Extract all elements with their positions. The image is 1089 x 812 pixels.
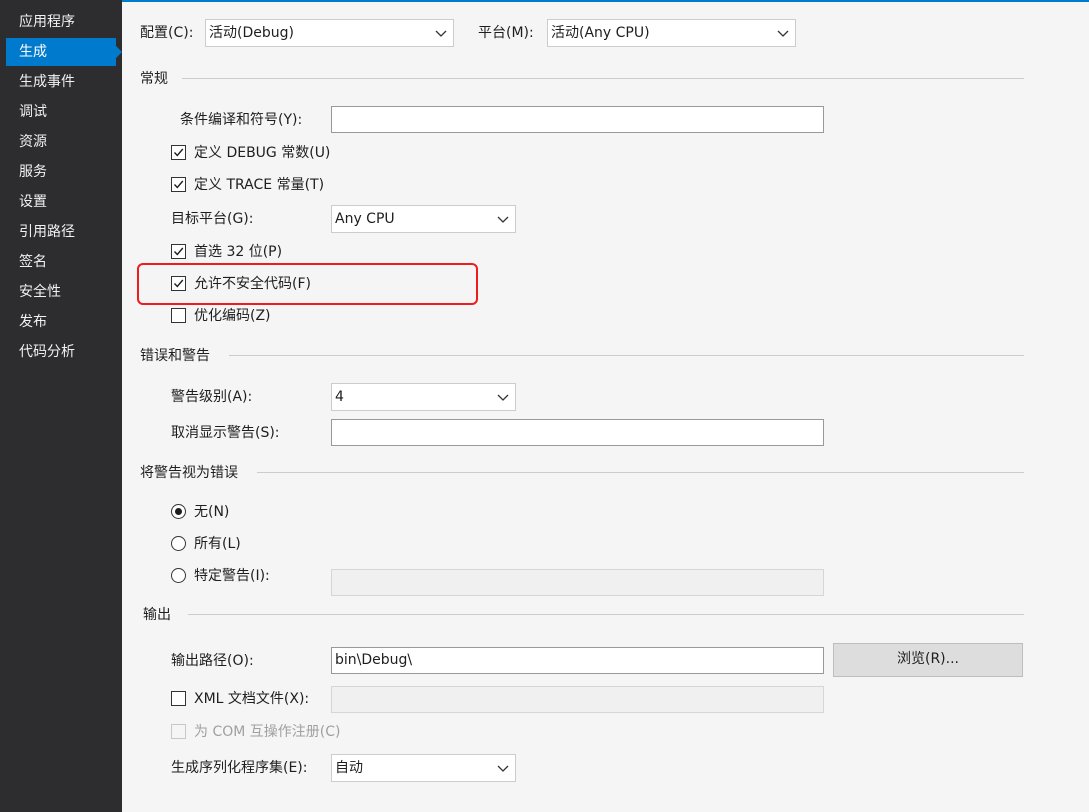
treat-none-radio[interactable]	[171, 504, 186, 519]
config-label: 配置(C):	[140, 25, 194, 41]
warning-level-label: 警告级别(A):	[171, 389, 253, 405]
red-highlight-box	[137, 263, 478, 305]
define-trace-checkbox[interactable]	[171, 177, 186, 192]
checkmark-icon	[173, 247, 184, 256]
checkmark-icon	[173, 180, 184, 189]
suppress-warnings-label: 取消显示警告(S):	[171, 425, 280, 441]
sidebar-item-build[interactable]: 生成	[6, 38, 122, 66]
sidebar-item-build-events[interactable]: 生成事件	[6, 68, 116, 96]
section-errors-title: 错误和警告	[140, 348, 210, 364]
xml-doc-input[interactable]	[331, 686, 824, 713]
conditional-symbols-input[interactable]	[331, 106, 824, 133]
platform-value: 活动(Any CPU)	[551, 25, 650, 41]
serialization-dropdown[interactable]: 自动	[331, 754, 516, 782]
treat-all-label: 所有(L)	[194, 536, 241, 552]
config-value: 活动(Debug)	[209, 25, 294, 41]
chevron-down-icon	[497, 216, 509, 223]
sidebar-item-publish[interactable]: 发布	[6, 308, 116, 336]
define-debug-checkbox[interactable]	[171, 145, 186, 160]
warning-level-dropdown[interactable]: 4	[331, 383, 516, 411]
section-divider	[182, 78, 1024, 79]
suppress-warnings-input[interactable]	[331, 419, 824, 446]
section-treat-warnings-title: 将警告视为错误	[140, 465, 238, 481]
sidebar: 应用程序 生成 生成事件 调试 资源 服务 设置 引用路径 签名 安全性 发布 …	[0, 0, 122, 812]
serialization-value: 自动	[335, 760, 363, 776]
prefer-32bit-label: 首选 32 位(P)	[194, 244, 283, 260]
sidebar-item-services[interactable]: 服务	[6, 158, 116, 186]
target-platform-value: Any CPU	[335, 211, 395, 227]
sidebar-item-application[interactable]: 应用程序	[6, 8, 116, 36]
sidebar-item-debug[interactable]: 调试	[6, 98, 116, 126]
section-divider	[188, 614, 1024, 615]
radio-dot-icon	[175, 508, 182, 515]
com-interop-label: 为 COM 互操作注册(C)	[194, 724, 341, 740]
treat-none-label: 无(N)	[194, 504, 230, 520]
optimize-code-checkbox[interactable]	[171, 308, 186, 323]
target-platform-dropdown[interactable]: Any CPU	[331, 205, 516, 233]
serialization-label: 生成序列化程序集(E):	[171, 760, 308, 776]
chevron-down-icon	[497, 765, 509, 772]
top-accent-line	[122, 0, 1089, 2]
warning-level-value: 4	[335, 389, 344, 405]
browse-button[interactable]: 浏览(R)...	[833, 643, 1023, 677]
section-divider	[229, 355, 1024, 356]
optimize-code-label: 优化编码(Z)	[194, 308, 271, 324]
sidebar-item-security[interactable]: 安全性	[6, 278, 116, 306]
section-divider	[257, 472, 1024, 473]
treat-specific-radio[interactable]	[171, 568, 186, 583]
sidebar-item-resources[interactable]: 资源	[6, 128, 116, 156]
target-platform-label: 目标平台(G):	[171, 211, 254, 227]
config-dropdown[interactable]: 活动(Debug)	[205, 19, 454, 47]
platform-dropdown[interactable]: 活动(Any CPU)	[547, 19, 796, 47]
checkmark-icon	[173, 148, 184, 157]
output-path-label: 输出路径(O):	[171, 653, 254, 669]
xml-doc-checkbox[interactable]	[171, 691, 186, 706]
chevron-down-icon	[435, 30, 447, 37]
xml-doc-label: XML 文档文件(X):	[194, 691, 310, 707]
platform-label: 平台(M):	[478, 25, 534, 41]
section-output-title: 输出	[143, 607, 171, 623]
section-general-title: 常规	[140, 71, 168, 87]
sidebar-item-reference-paths[interactable]: 引用路径	[6, 218, 116, 246]
com-interop-checkbox[interactable]	[171, 724, 186, 739]
treat-specific-label: 特定警告(I):	[194, 568, 270, 584]
output-path-input[interactable]: bin\Debug\	[331, 647, 824, 674]
define-trace-label: 定义 TRACE 常量(T)	[194, 177, 325, 193]
specific-warnings-input[interactable]	[331, 569, 824, 596]
define-debug-label: 定义 DEBUG 常数(U)	[194, 145, 331, 161]
chevron-down-icon	[497, 394, 509, 401]
sidebar-item-code-analysis[interactable]: 代码分析	[6, 338, 116, 366]
prefer-32bit-checkbox[interactable]	[171, 244, 186, 259]
chevron-down-icon	[777, 30, 789, 37]
conditional-symbols-label: 条件编译和符号(Y):	[180, 112, 303, 128]
sidebar-item-settings[interactable]: 设置	[6, 188, 116, 216]
sidebar-item-signing[interactable]: 签名	[6, 248, 116, 276]
treat-all-radio[interactable]	[171, 536, 186, 551]
